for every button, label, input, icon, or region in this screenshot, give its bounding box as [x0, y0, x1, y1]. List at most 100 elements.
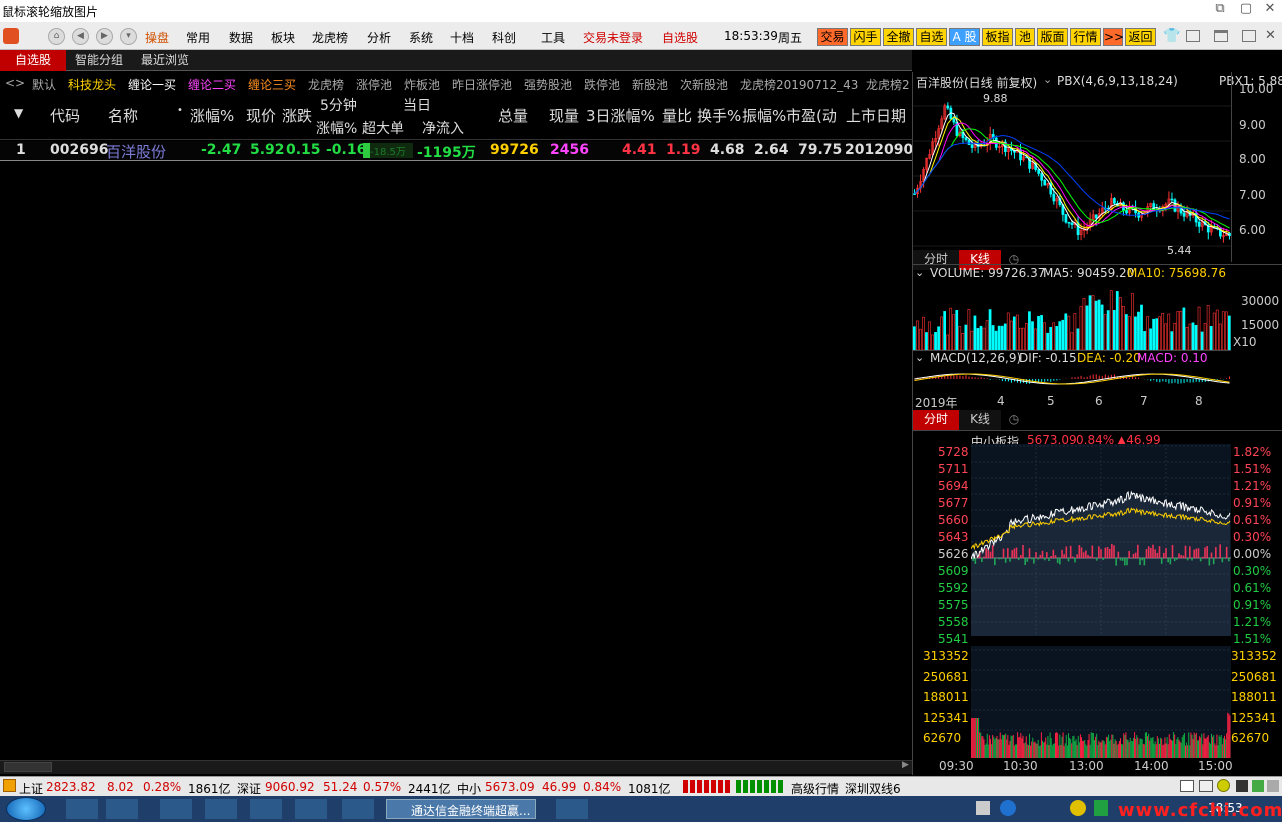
toolbar-board-index-button[interactable]: 板指 [982, 28, 1013, 46]
col-change[interactable]: 涨跌 [282, 105, 312, 126]
taskbar-app-icon[interactable] [106, 799, 138, 819]
status-menu-icon[interactable] [3, 779, 16, 792]
menu-kechuang[interactable]: 科创 [492, 29, 516, 46]
toolbar-pool-button[interactable]: 池 [1015, 28, 1035, 46]
back-icon[interactable]: ◀ [72, 28, 89, 45]
tab-recent[interactable]: 最近浏览 [132, 50, 198, 71]
category-sub-new-pool[interactable]: 次新股池 [680, 76, 728, 93]
taskbar-app-icon[interactable] [295, 799, 327, 819]
status-advanced-quote[interactable]: 高级行情 [791, 780, 839, 797]
window-max-icon[interactable] [1214, 30, 1228, 42]
col-3day-change[interactable]: 3日涨幅% [586, 105, 655, 126]
menu-longhubang[interactable]: 龙虎榜 [312, 29, 348, 46]
col-super-big-order[interactable]: 超大单 [362, 118, 404, 138]
status-layout-icon[interactable] [1180, 780, 1194, 792]
menu-shuju[interactable]: 数据 [229, 29, 253, 46]
toolbar-layout-button[interactable]: 版面 [1037, 28, 1068, 46]
taskbar-active-window[interactable]: 通达信金融终端超赢... [386, 799, 536, 819]
scroll-right-icon[interactable]: ▶ [902, 760, 909, 770]
toolbar-flash-button[interactable]: 闪手 [850, 28, 881, 46]
col-name[interactable]: 名称 [108, 105, 138, 126]
taskbar-app-icon[interactable] [342, 799, 374, 819]
col-code[interactable]: 代码 [50, 105, 80, 126]
cell-name[interactable]: 百洋股份 [106, 141, 166, 162]
category-limit-up-pool[interactable]: 涨停池 [356, 76, 392, 93]
menu-caopan[interactable]: 操盘 [145, 29, 169, 46]
category-chan-buy3[interactable]: 缠论三买 [248, 76, 296, 93]
quote-table-empty-area[interactable] [0, 162, 912, 760]
menu-fenxi[interactable]: 分析 [367, 29, 391, 46]
col-total-volume[interactable]: 总量 [498, 105, 528, 126]
status-icon[interactable] [1236, 780, 1248, 792]
status-icon[interactable] [1267, 780, 1279, 792]
refresh-icon[interactable]: ◷ [1001, 410, 1027, 430]
menu-xitong[interactable]: 系统 [409, 29, 433, 46]
taskbar-app-icon[interactable] [205, 799, 237, 819]
window-restore-icon[interactable] [1242, 30, 1256, 42]
toolbar-ashare-button[interactable]: A 股 [949, 28, 980, 46]
sort-dropdown-icon[interactable]: ▼ [14, 106, 23, 120]
table-row[interactable]: 1 002696 百洋股份 -2.47 5.92 0.15 -0.16 -18.… [0, 141, 923, 162]
toolbar-return-button[interactable]: 返回 [1125, 28, 1156, 46]
col-net-inflow[interactable]: 净流入 [422, 118, 464, 138]
toolbar-trade-button[interactable]: 交易 [817, 28, 848, 46]
status-icon[interactable] [1252, 780, 1264, 792]
status-sh-label[interactable]: 上证 [19, 780, 43, 797]
taskbar-app-icon[interactable] [66, 799, 98, 819]
external-window-icon[interactable]: ⧉ [1210, 1, 1230, 19]
volume-chart[interactable] [913, 280, 1231, 350]
category-yesterday-limit-up[interactable]: 昨日涨停池 [452, 76, 512, 93]
status-sz-label[interactable]: 深证 [237, 780, 261, 797]
macd-chart[interactable] [913, 366, 1231, 392]
status-layout-icon[interactable] [1199, 780, 1213, 792]
category-scroll-arrows-icon[interactable]: <> [5, 76, 25, 90]
dropdown-circle-icon[interactable]: ▾ [120, 28, 137, 45]
window-small-icon[interactable] [1186, 30, 1200, 42]
category-default[interactable]: 默认 [32, 76, 56, 93]
tray-keyboard-icon[interactable] [976, 801, 990, 815]
intraday-volume-chart[interactable] [971, 646, 1231, 758]
category-longhubang-0712[interactable]: 龙虎榜20190712_43 [740, 76, 858, 93]
menu-watchlist[interactable]: 自选股 [662, 29, 698, 46]
col-5min-change[interactable]: 涨幅% [316, 118, 357, 138]
volume-menu-icon[interactable]: ⌄ [915, 266, 924, 279]
close-icon[interactable]: ✕ [1265, 28, 1276, 43]
intraday-tab-kline[interactable]: K线 [959, 410, 1001, 430]
forward-icon[interactable]: ▶ [96, 28, 113, 45]
category-broken-board-pool[interactable]: 炸板池 [404, 76, 440, 93]
category-new-stock-pool[interactable]: 新股池 [632, 76, 668, 93]
kline-chart[interactable] [913, 88, 1231, 248]
status-sme-label[interactable]: 中小 [457, 780, 481, 797]
col-list-date[interactable]: 上市日期 [846, 105, 906, 126]
category-longhubang-2[interactable]: 龙虎榜2 [866, 76, 910, 93]
col-turnover[interactable]: 换手% [697, 105, 741, 126]
macd-menu-icon[interactable]: ⌄ [915, 351, 924, 364]
category-chan-buy2[interactable]: 缠论二买 [188, 76, 236, 93]
menu-gongju[interactable]: 工具 [541, 29, 565, 46]
tab-smart-group[interactable]: 智能分组 [66, 50, 132, 71]
shirt-skin-icon[interactable]: 👕 [1163, 28, 1180, 44]
trade-login-status[interactable]: 交易未登录 [583, 29, 643, 46]
category-strong-pool[interactable]: 强势股池 [524, 76, 572, 93]
tab-watchlist[interactable]: 自选股 [0, 50, 66, 71]
tray-icon[interactable] [1070, 800, 1086, 816]
tray-shield-icon[interactable] [1094, 800, 1108, 816]
col-current-volume[interactable]: 现量 [549, 105, 579, 126]
category-limit-down-pool[interactable]: 跌停池 [584, 76, 620, 93]
toolbar-more-button[interactable]: >> [1103, 28, 1124, 46]
col-pe[interactable]: 市盈(动) [786, 105, 838, 126]
horizontal-scrollbar[interactable]: ▶ [0, 760, 912, 774]
col-volume-ratio[interactable]: 量比 [662, 105, 692, 126]
intraday-price-chart[interactable] [971, 444, 1231, 636]
col-change-pct[interactable]: 涨幅% [190, 105, 234, 126]
toolbar-watch-button[interactable]: 自选 [916, 28, 947, 46]
kchart-indicator-menu-icon[interactable]: ⌄ [1043, 73, 1052, 86]
tray-help-icon[interactable] [1000, 800, 1016, 816]
menu-shidang[interactable]: 十档 [450, 29, 474, 46]
taskbar-browser-icon[interactable] [160, 799, 192, 819]
taskbar-app-icon[interactable] [556, 799, 588, 819]
windows-start-icon[interactable] [6, 797, 46, 821]
home-icon[interactable]: ⌂ [48, 28, 65, 45]
category-tech-leader[interactable]: 科技龙头 [68, 76, 116, 93]
category-longhubang[interactable]: 龙虎榜 [308, 76, 344, 93]
